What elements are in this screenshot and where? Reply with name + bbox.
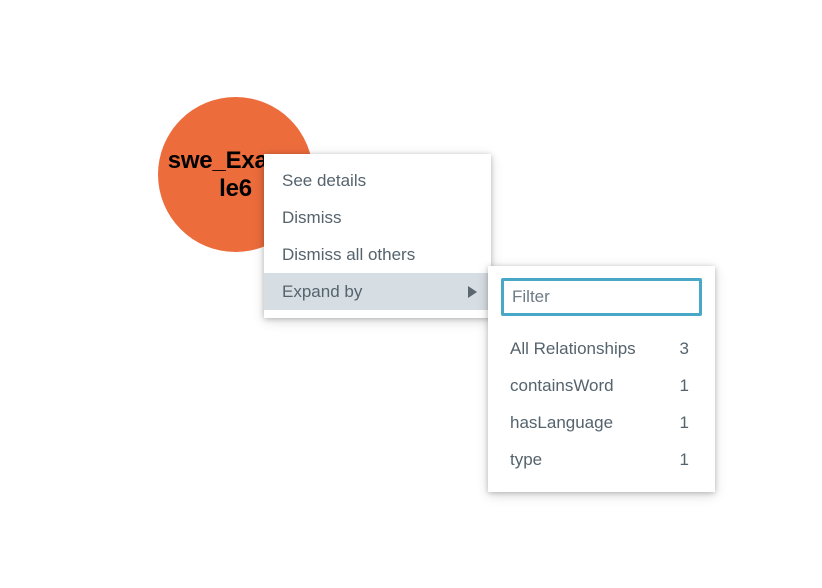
context-menu-item-label: Dismiss: [282, 207, 342, 227]
context-menu-item-dismiss[interactable]: Dismiss: [264, 199, 491, 236]
context-menu-item-see-details[interactable]: See details: [264, 162, 491, 199]
graph-node-label-line2: le6: [219, 174, 252, 202]
relationship-item-label: hasLanguage: [510, 412, 614, 432]
relationship-list: All Relationships 3 containsWord 1 hasLa…: [488, 322, 715, 478]
expand-by-submenu: All Relationships 3 containsWord 1 hasLa…: [488, 266, 715, 492]
relationship-item-label: containsWord: [510, 375, 614, 395]
node-context-menu: See details Dismiss Dismiss all others E…: [264, 154, 491, 318]
context-menu-item-label: Expand by: [282, 281, 363, 301]
relationship-item-label: All Relationships: [510, 338, 636, 358]
relationship-item-label: type: [510, 449, 543, 469]
context-menu-item-dismiss-all-others[interactable]: Dismiss all others: [264, 236, 491, 273]
context-menu-item-label: Dismiss all others: [282, 244, 416, 264]
context-menu-item-expand-by[interactable]: Expand by: [264, 273, 491, 310]
relationship-item-containsword[interactable]: containsWord 1: [488, 367, 715, 404]
relationship-item-count: 1: [679, 375, 689, 395]
chevron-right-icon: [468, 285, 477, 298]
relationship-item-count: 1: [679, 449, 689, 469]
relationship-item-count: 1: [679, 412, 689, 432]
relationship-item-haslanguage[interactable]: hasLanguage 1: [488, 404, 715, 441]
filter-field-wrapper: [488, 278, 715, 322]
relationship-item-count: 3: [679, 338, 689, 358]
context-menu-item-label: See details: [282, 170, 367, 190]
relationship-item-type[interactable]: type 1: [488, 441, 715, 478]
relationship-item-all-relationships[interactable]: All Relationships 3: [488, 330, 715, 367]
relationship-filter-input[interactable]: [501, 278, 702, 316]
